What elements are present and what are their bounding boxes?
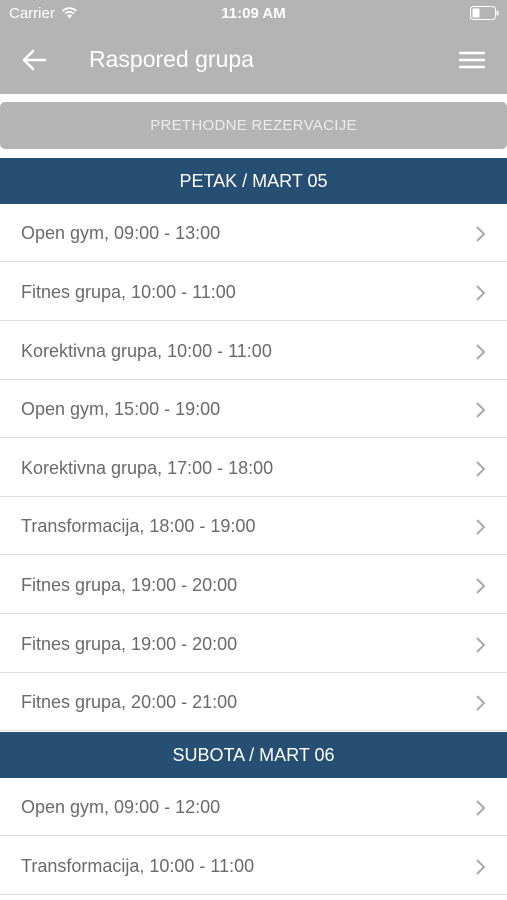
chevron-right-icon <box>476 226 486 242</box>
chevron-right-icon <box>476 344 486 360</box>
schedule-row-label: Korektivna grupa, 10:00 - 11:00 <box>21 341 272 361</box>
schedule-row[interactable]: Fitnes grupa, 10:00 - 11:00 <box>0 263 507 321</box>
schedule-row[interactable]: Open gym, 09:00 - 12:00 <box>0 778 507 836</box>
chevron-right-icon <box>476 402 486 418</box>
schedule-row-label: Open gym, 15:00 - 19:00 <box>21 399 221 419</box>
schedule-row[interactable]: Fitnes grupa, 19:00 - 20:00 <box>0 615 507 673</box>
chevron-right-icon <box>476 695 486 711</box>
chevron-right-icon <box>476 800 486 816</box>
app-header: Carrier 11:09 AM Raspored grupa <box>0 0 507 94</box>
schedule-row-label: Korektivna grupa, 17:00 - 18:00 <box>21 458 274 478</box>
back-button[interactable] <box>18 44 52 76</box>
menu-button[interactable] <box>456 46 488 74</box>
previous-reservations-button[interactable]: PRETHODNE REZERVACIJE <box>0 102 507 149</box>
chevron-right-icon <box>476 285 486 301</box>
chevron-right-icon <box>476 578 486 594</box>
schedule-row[interactable]: Fitnes grupa, 19:00 - 20:00 <box>0 556 507 614</box>
chevron-right-icon <box>476 461 486 477</box>
status-time: 11:09 AM <box>221 5 286 22</box>
day-header-subota: SUBOTA / MART 06 <box>0 732 507 778</box>
schedule-row-label: Open gym, 09:00 - 13:00 <box>21 223 221 243</box>
schedule-row[interactable]: Open gym, 09:00 - 13:00 <box>0 204 507 262</box>
schedule-row-label: Transformacija, 18:00 - 19:00 <box>21 516 256 536</box>
status-bar: Carrier 11:09 AM <box>0 0 507 26</box>
schedule-row-label: Open gym, 09:00 - 12:00 <box>21 797 221 817</box>
chevron-right-icon <box>476 519 486 535</box>
hamburger-menu-icon <box>458 51 486 69</box>
day-header-petak: PETAK / MART 05 <box>0 158 507 204</box>
battery-icon <box>470 6 499 20</box>
schedule-row-label: Fitnes grupa, 19:00 - 20:00 <box>21 575 238 595</box>
schedule-row[interactable]: Transformacija, 10:00 - 11:00 <box>0 837 507 895</box>
schedule-row[interactable]: Transformacija, 18:00 - 19:00 <box>0 497 507 555</box>
schedule-row[interactable]: Korektivna grupa, 10:00 - 11:00 <box>0 322 507 380</box>
chevron-right-icon <box>476 637 486 653</box>
schedule-row-label: Fitnes grupa, 20:00 - 21:00 <box>21 692 238 712</box>
arrow-left-icon <box>22 49 47 71</box>
schedule-row[interactable]: Fitnes grupa, 20:00 - 21:00 <box>0 673 507 731</box>
schedule-row-label: Fitnes grupa, 19:00 - 20:00 <box>21 634 238 654</box>
schedule-row-label: Fitnes grupa, 10:00 - 11:00 <box>21 282 236 302</box>
chevron-right-icon <box>476 859 486 875</box>
schedule-row[interactable]: Open gym, 15:00 - 19:00 <box>0 380 507 438</box>
schedule-row-label: Transformacija, 10:00 - 11:00 <box>21 856 255 876</box>
page-title: Raspored grupa <box>89 46 254 72</box>
schedule-row[interactable]: Korektivna grupa, 17:00 - 18:00 <box>0 439 507 497</box>
